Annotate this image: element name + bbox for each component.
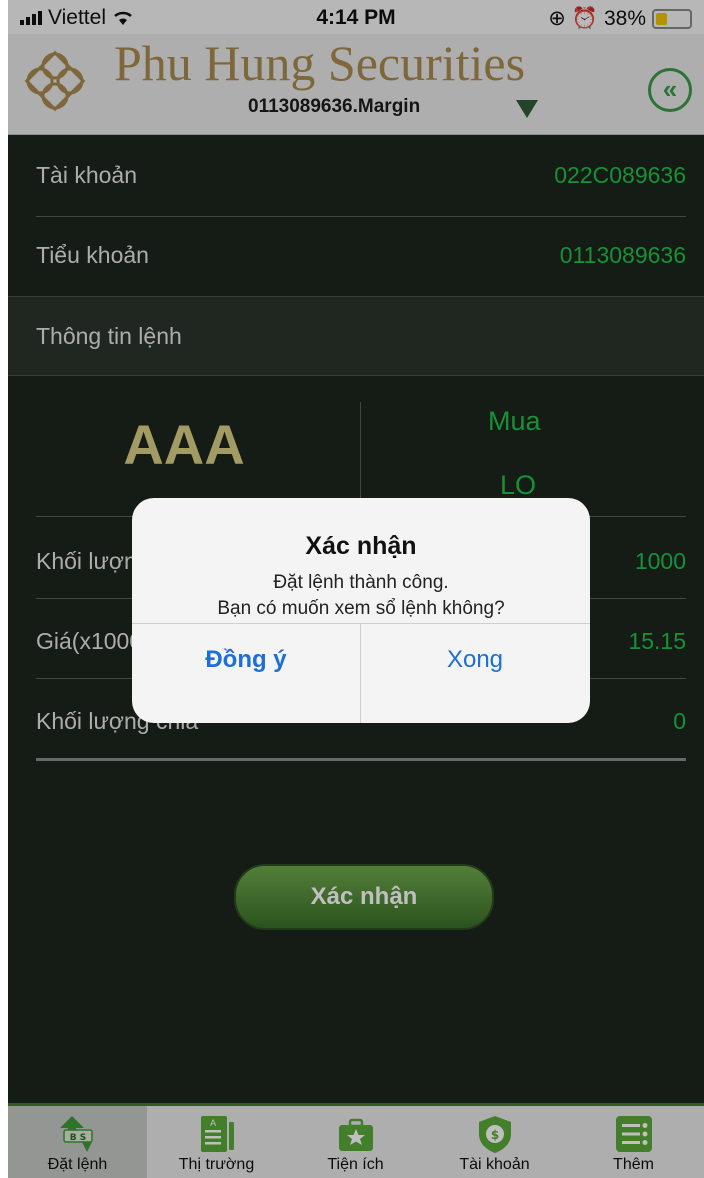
- dialog-actions: Đồng ý Xong: [132, 623, 590, 723]
- dialog-message: Đặt lệnh thành công. Bạn có muốn xem sổ …: [132, 570, 590, 622]
- dialog-title: Xác nhận: [305, 532, 417, 560]
- dialog-message-line: Bạn có muốn xem sổ lệnh không?: [217, 598, 505, 619]
- done-button[interactable]: Xong: [361, 624, 589, 723]
- agree-button[interactable]: Đồng ý: [132, 624, 361, 723]
- confirmation-dialog: Xác nhận Đặt lệnh thành công. Bạn có muố…: [132, 498, 590, 723]
- app-screen: Viettel 4:14 PM ⊕ ⏰ 38% Phu Hung Securit…: [8, 0, 704, 1178]
- dialog-message-line: Đặt lệnh thành công.: [273, 572, 449, 593]
